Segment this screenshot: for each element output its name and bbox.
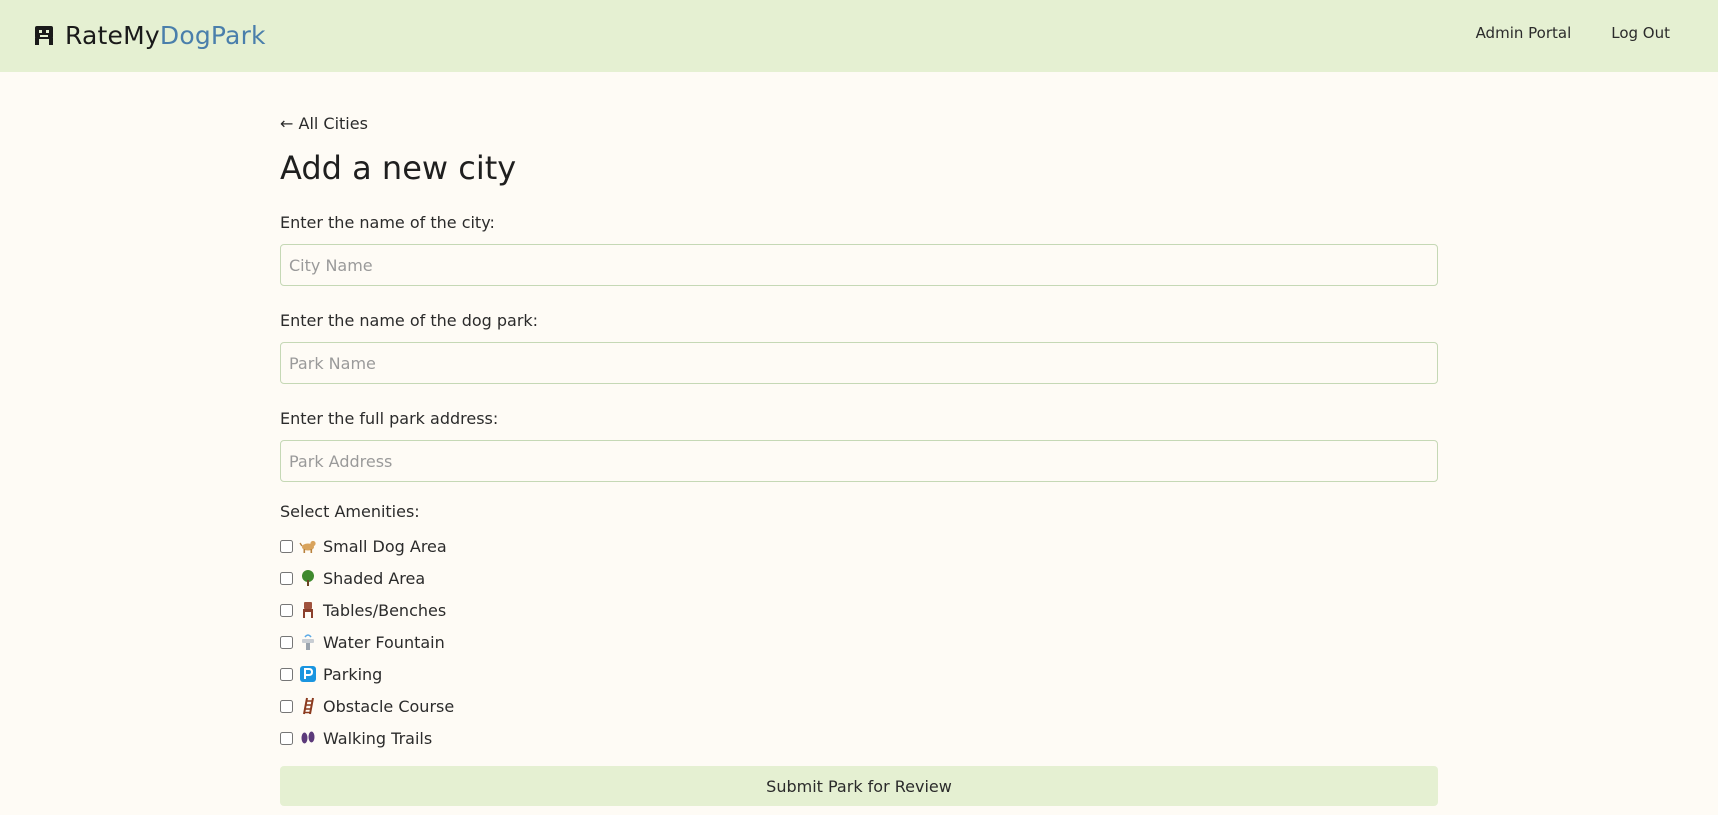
amenity-name: Parking (323, 664, 383, 684)
nav-links: Admin Portal Log Out (1476, 24, 1670, 42)
amenity-walking-trails[interactable]: Walking Trails (280, 722, 1438, 754)
brand-name-part2: DogPark (159, 20, 266, 50)
ladder-icon (303, 697, 314, 715)
amenity-water-fountain[interactable]: Water Fountain (280, 626, 1438, 658)
amenity-name: Shaded Area (323, 568, 426, 588)
amenity-name: Water Fountain (323, 632, 445, 652)
shaded-area-checkbox[interactable] (280, 571, 293, 585)
navbar: RateMyDogPark Admin Portal Log Out (0, 0, 1718, 72)
brand-link[interactable]: RateMyDogPark (33, 17, 266, 53)
water-fountain-icon (302, 634, 314, 650)
park-address-input[interactable] (280, 440, 1438, 482)
obstacle-course-checkbox[interactable] (280, 699, 293, 713)
submit-park-button[interactable]: Submit Park for Review (280, 766, 1438, 806)
amenity-name: Tables/Benches (323, 600, 447, 620)
amenity-name: Obstacle Course (323, 696, 455, 716)
page-title: Add a new city (280, 149, 517, 187)
amenity-shaded-area[interactable]: Shaded Area (280, 562, 1438, 594)
amenity-obstacle-course[interactable]: Obstacle Course (280, 690, 1438, 722)
brand-name: RateMyDogPark (65, 21, 266, 50)
log-out-link[interactable]: Log Out (1611, 24, 1670, 42)
water-fountain-checkbox[interactable] (280, 635, 293, 649)
small-dog-icon (299, 540, 316, 553)
city-name-input[interactable] (280, 244, 1438, 286)
dog-icon (35, 26, 53, 45)
tables-benches-checkbox[interactable] (280, 603, 293, 617)
chair-icon (303, 602, 313, 618)
park-name-label: Enter the name of the dog park: (280, 311, 539, 330)
amenity-list: Small Dog Area Shaded Area Tables/Benche… (280, 530, 1438, 754)
amenity-tables-benches[interactable]: Tables/Benches (280, 594, 1438, 626)
add-city-form: ← All Cities Add a new city Enter the na… (280, 110, 1438, 806)
parking-checkbox[interactable] (280, 667, 293, 681)
city-name-label: Enter the name of the city: (280, 213, 495, 232)
admin-portal-link[interactable]: Admin Portal (1476, 24, 1572, 42)
amenity-name: Small Dog Area (323, 536, 447, 556)
amenity-parking[interactable]: Parking (280, 658, 1438, 690)
park-name-input[interactable] (280, 342, 1438, 384)
small-dog-area-checkbox[interactable] (280, 539, 293, 553)
park-address-label: Enter the full park address: (280, 409, 499, 428)
amenity-small-dog-area[interactable]: Small Dog Area (280, 530, 1438, 562)
footprints-icon (301, 731, 315, 744)
amenity-name: Walking Trails (323, 728, 433, 748)
parking-icon (300, 666, 316, 682)
walking-trails-checkbox[interactable] (280, 731, 293, 745)
back-to-cities-link[interactable]: ← All Cities (280, 110, 368, 138)
tree-icon (302, 570, 314, 586)
amenities-label: Select Amenities: (280, 502, 420, 521)
brand-name-part1: RateMy (65, 20, 160, 50)
